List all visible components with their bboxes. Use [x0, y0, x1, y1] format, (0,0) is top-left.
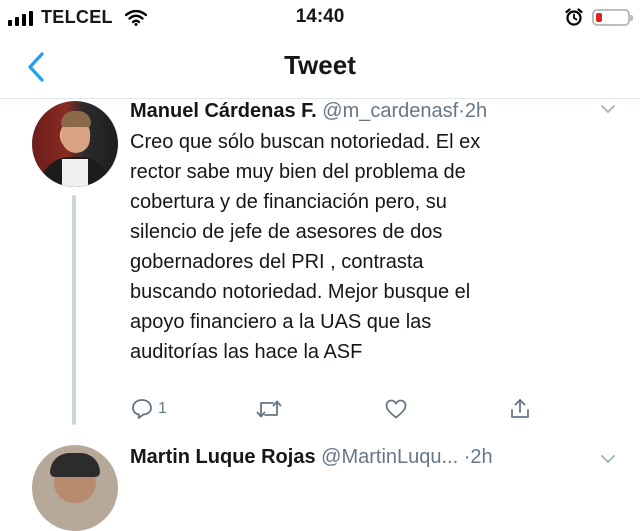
- share-icon: [511, 399, 529, 418]
- nav-bar: Tweet: [0, 36, 640, 99]
- tweet-header: Manuel Cárdenas F. @m_cardenasf·2h: [130, 99, 610, 123]
- tweet-header: Martin Luque Rojas @MartinLuqu... ·2h: [130, 445, 610, 469]
- author-handle[interactable]: @m_cardenasf: [322, 100, 458, 122]
- heart-icon: [385, 399, 407, 419]
- battery-nub: [630, 14, 633, 21]
- tweet-time: 2h: [464, 100, 488, 122]
- retweet-button[interactable]: [256, 397, 282, 421]
- page-title: Tweet: [284, 50, 356, 80]
- alarm-clock-icon: [565, 8, 583, 26]
- chevron-down-icon[interactable]: [600, 103, 616, 115]
- reply-button[interactable]: 1: [130, 397, 167, 421]
- author-name[interactable]: Manuel Cárdenas F.: [130, 100, 317, 122]
- status-time: 14:40: [295, 6, 345, 27]
- tweet[interactable]: Manuel Cárdenas F. @m_cardenasf·2h Creo …: [0, 99, 640, 429]
- battery-low-icon: [592, 8, 633, 26]
- share-button[interactable]: [508, 397, 532, 421]
- retweet-icon: [256, 400, 282, 418]
- avatar[interactable]: [32, 101, 118, 187]
- thread-line: [72, 195, 76, 425]
- separator-dot: ·: [458, 100, 465, 122]
- status-bar: TELCEL 14:40: [0, 0, 640, 36]
- chevron-down-icon[interactable]: [600, 453, 616, 465]
- like-button[interactable]: [384, 397, 408, 421]
- author-handle[interactable]: @MartinLuqu...: [321, 446, 458, 468]
- tweet-actions: 1: [130, 397, 550, 425]
- reply-count: 1: [158, 400, 167, 417]
- status-right: [564, 7, 633, 27]
- battery-level: [596, 12, 602, 22]
- avatar[interactable]: [32, 445, 118, 531]
- author-name[interactable]: Martin Luque Rojas: [130, 446, 316, 468]
- reply-icon: [132, 399, 152, 419]
- tweet-text: Creo que sólo buscan notoriedad. El ex r…: [130, 131, 481, 363]
- tweet[interactable]: Martin Luque Rojas @MartinLuqu... ·2h: [0, 443, 640, 531]
- tweet-time: 2h: [470, 446, 493, 468]
